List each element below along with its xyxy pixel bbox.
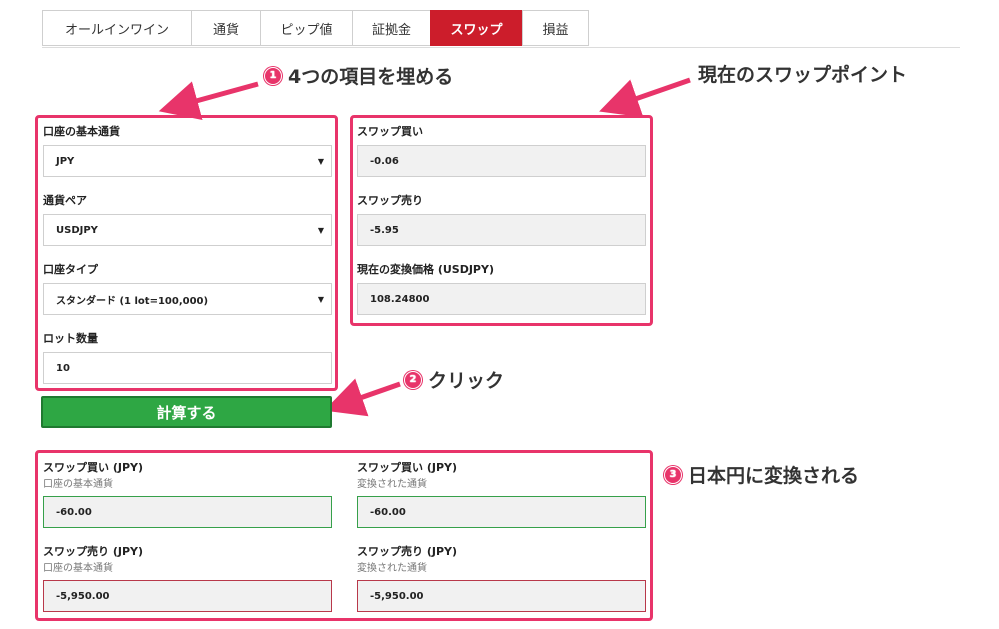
result-buy-conv-label: スワップ買い (JPY) [357, 461, 458, 474]
pair-label: 通貨ペア [43, 194, 87, 207]
chevron-down-icon: ▼ [317, 226, 324, 235]
lot-label: ロット数量 [43, 332, 98, 345]
result-buy-conv-value: -60.00 [370, 506, 406, 518]
result-sell-base-field: -5,950.00 [43, 580, 332, 612]
lot-input[interactable]: 10 [43, 352, 332, 384]
pair-select[interactable]: USDJPY ▼ [43, 214, 332, 246]
result-sell-conv-value: -5,950.00 [370, 590, 424, 602]
account-type-value: スタンダード (1 lot=100,000) [56, 295, 209, 307]
annotation-current-swap-text: 現在のスワップポイント [698, 64, 908, 86]
base-currency-select[interactable]: JPY ▼ [43, 145, 332, 177]
base-currency-label: 口座の基本通貨 [43, 125, 120, 138]
arrow-current-swap [599, 77, 691, 118]
rate-field: 108.24800 [357, 283, 646, 315]
step2-number-icon: 2 [404, 370, 422, 389]
result-buy-base-value: -60.00 [56, 506, 92, 518]
annotation-step2-text: クリック [428, 370, 505, 392]
step3-number-icon: 3 [664, 465, 682, 484]
result-sell-conv-label: スワップ売り (JPY) [357, 545, 458, 558]
result-sell-base-sub: 口座の基本通貨 [43, 563, 113, 574]
swap-sell-label: スワップ売り [357, 194, 423, 207]
calculate-button[interactable]: 計算する [41, 396, 332, 428]
result-buy-base-field: -60.00 [43, 496, 332, 528]
rate-label: 現在の変換価格 (USDJPY) [357, 263, 494, 276]
annotation-step3: 3 日本円に変換される [664, 461, 859, 488]
account-type-label: 口座タイプ [43, 263, 98, 276]
result-sell-base-label: スワップ売り (JPY) [43, 545, 144, 558]
lot-value: 10 [56, 362, 70, 374]
result-buy-base-label: スワップ買い (JPY) [43, 461, 144, 474]
swap-buy-field: -0.06 [357, 145, 646, 177]
result-buy-conv-sub: 変換された通貨 [357, 479, 427, 490]
chevron-down-icon: ▼ [317, 157, 324, 166]
rate-value: 108.24800 [370, 293, 430, 305]
account-type-select[interactable]: スタンダード (1 lot=100,000) ▼ [43, 283, 332, 315]
result-buy-conv-field: -60.00 [357, 496, 646, 528]
swap-buy-value: -0.06 [370, 155, 399, 167]
annotation-step1-text: 4つの項目を埋める [288, 66, 454, 88]
swap-buy-label: スワップ買い [357, 125, 423, 138]
annotation-step1: 1 4つの項目を埋める [264, 62, 453, 89]
chevron-down-icon: ▼ [317, 295, 324, 304]
result-buy-base-sub: 口座の基本通貨 [43, 479, 113, 490]
arrow-step2 [324, 378, 401, 417]
step1-number-icon: 1 [264, 66, 282, 85]
result-sell-base-value: -5,950.00 [56, 590, 110, 602]
result-sell-conv-field: -5,950.00 [357, 580, 646, 612]
base-currency-value: JPY [56, 155, 75, 167]
arrow-step1 [158, 81, 259, 120]
result-sell-conv-sub: 変換された通貨 [357, 563, 427, 574]
annotation-step3-text: 日本円に変換される [688, 465, 860, 487]
pair-value: USDJPY [56, 224, 98, 236]
swap-sell-value: -5.95 [370, 224, 399, 236]
annotation-current-swap: 現在のスワップポイント [698, 60, 907, 87]
annotation-step2: 2 クリック [404, 366, 504, 393]
swap-sell-field: -5.95 [357, 214, 646, 246]
